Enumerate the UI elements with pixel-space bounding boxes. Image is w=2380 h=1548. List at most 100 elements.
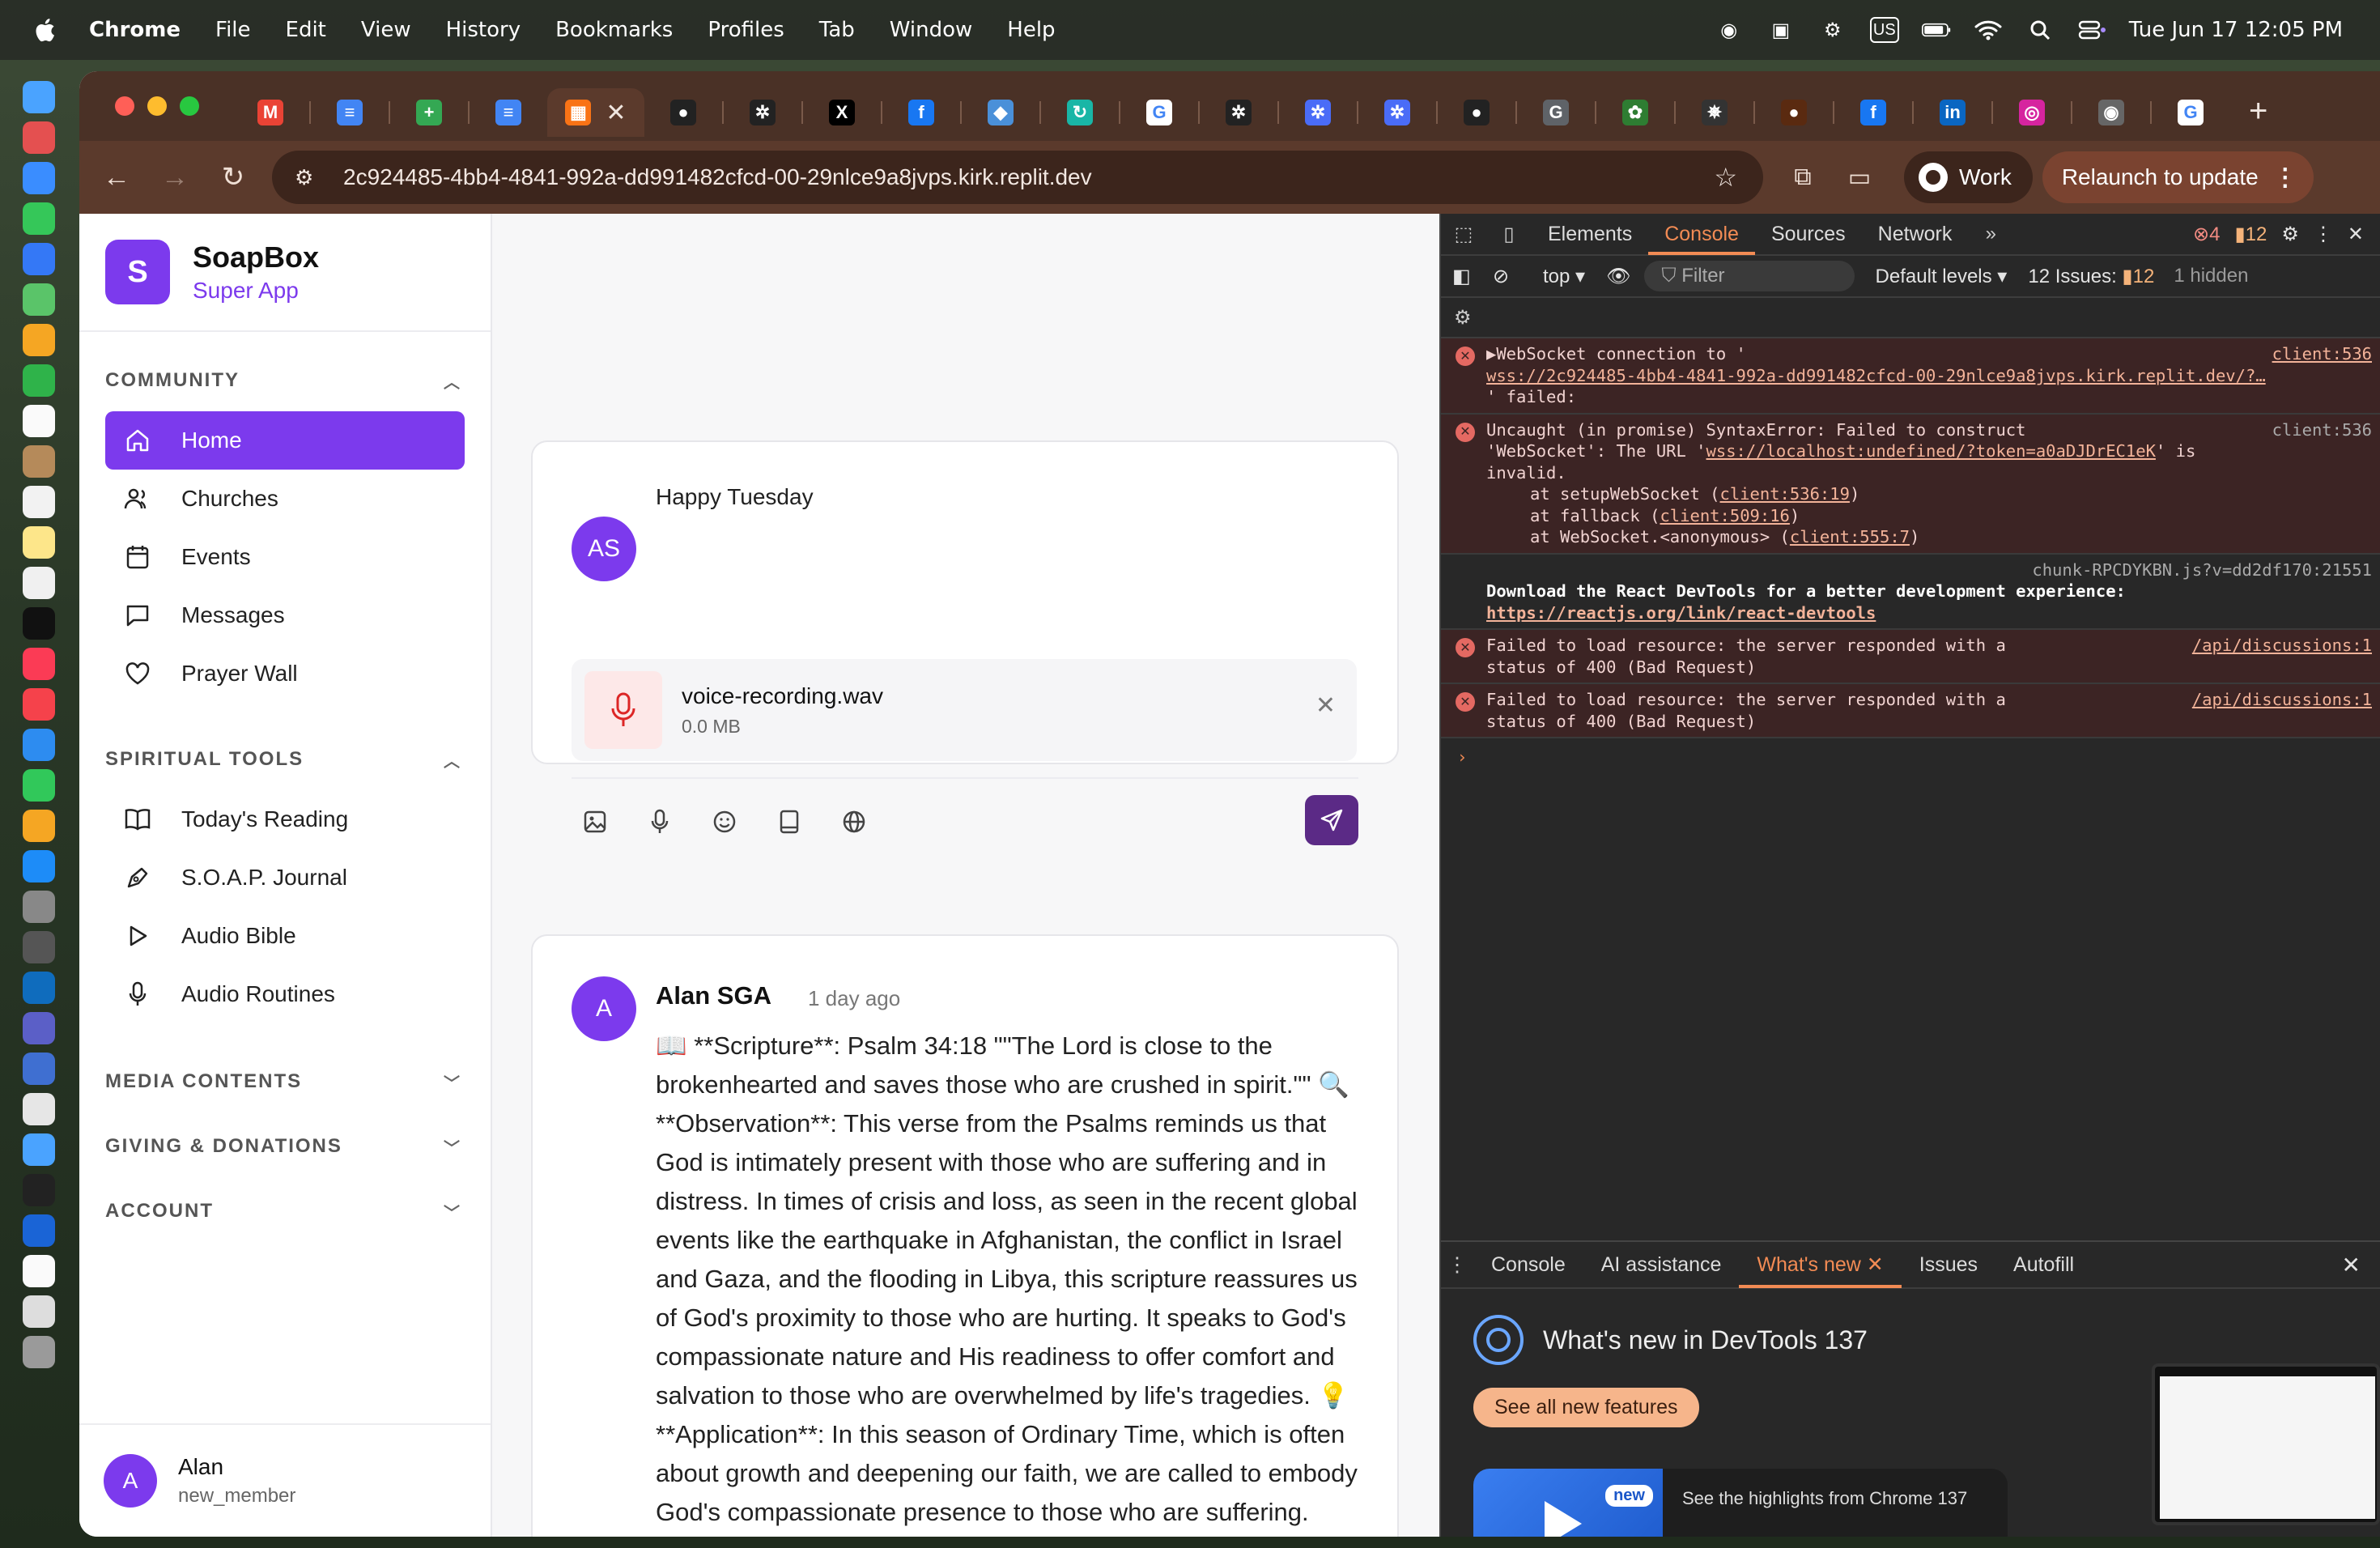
chevron-down-icon[interactable]: ﹀ xyxy=(444,1070,461,1094)
system-settings-icon[interactable] xyxy=(23,891,55,923)
browser-tab[interactable]: ≡ xyxy=(311,88,389,137)
sidebar-item-today-s-reading[interactable]: Today's Reading xyxy=(105,790,465,848)
stack-link[interactable]: client:555:7 xyxy=(1790,527,1910,546)
1password-icon[interactable] xyxy=(23,1214,55,1247)
address-bar[interactable]: ⚙ 2c924485-4bb4-4841-992a-dd991482cfcd-0… xyxy=(272,151,1763,204)
browser-tab[interactable]: X xyxy=(803,88,881,137)
apple-tv-icon[interactable] xyxy=(23,607,55,640)
highlight-video-card[interactable]: new See the highlights from Chrome 137 xyxy=(1473,1469,2008,1537)
stack-link[interactable]: client:509:16 xyxy=(1660,506,1789,525)
drawer-tab-issues[interactable]: Issues xyxy=(1902,1241,1995,1288)
contacts-icon[interactable] xyxy=(23,445,55,478)
console-filter-input[interactable]: ⛉ Filter xyxy=(1643,261,1855,291)
teams-app-icon[interactable] xyxy=(23,1012,55,1044)
document-icon[interactable] xyxy=(23,1255,55,1287)
app-brand[interactable]: S SoapBox Super App xyxy=(79,214,491,332)
drawer-tab-autofill[interactable]: Autofill xyxy=(1995,1241,2092,1288)
finder-icon[interactable] xyxy=(23,81,55,113)
browser-tab[interactable]: ✲ xyxy=(1358,88,1436,137)
console-error-400[interactable]: ✕ /api/discussions:1 Failed to load reso… xyxy=(1441,630,2380,684)
preview-icon[interactable] xyxy=(23,1295,55,1328)
chevron-up-icon[interactable]: ︿ xyxy=(444,748,461,772)
spotlight-search-icon[interactable] xyxy=(2025,17,2055,43)
composer-text-input[interactable]: Happy Tuesday xyxy=(656,484,814,510)
sidebar-item-audio-bible[interactable]: Audio Bible xyxy=(105,907,465,965)
inspect-element-icon[interactable]: ⬚ xyxy=(1441,223,1486,246)
browser-tab[interactable]: G xyxy=(1120,88,1198,137)
notes-icon[interactable] xyxy=(23,526,55,559)
console-error-websocket[interactable]: ✕ client:536 ▶WebSocket connection to ' … xyxy=(1441,338,2380,415)
error-count-badge[interactable]: ⊗4 xyxy=(2193,223,2220,246)
sidebar-toggle-icon[interactable]: ◧ xyxy=(1452,265,1485,288)
browser-tab[interactable]: f xyxy=(882,88,960,137)
issues-counter[interactable]: 12 Issues: ▮12 xyxy=(2028,265,2154,288)
browser-tab[interactable]: ✲ xyxy=(1279,88,1357,137)
extensions-icon[interactable]: ⧉ xyxy=(1774,164,1831,191)
input-source-indicator[interactable]: US xyxy=(1869,17,1899,43)
close-devtools-icon[interactable]: ✕ xyxy=(2348,223,2364,246)
close-window-button[interactable] xyxy=(115,96,134,116)
minimize-window-button[interactable] xyxy=(147,96,167,116)
menubar-clock[interactable]: Tue Jun 17 12:05 PM xyxy=(2129,18,2343,42)
sidebar-item-prayer-wall[interactable]: Prayer Wall xyxy=(105,644,465,703)
console-error-400[interactable]: ✕ /api/discussions:1 Failed to load reso… xyxy=(1441,684,2380,738)
sidebar-item-events[interactable]: Events xyxy=(105,528,465,586)
menu-app-chrome[interactable]: Chrome xyxy=(89,18,181,42)
facetime-icon[interactable] xyxy=(23,364,55,397)
chevron-down-icon[interactable]: ﹀ xyxy=(444,1200,461,1223)
teams-icon[interactable]: ⚙ xyxy=(1818,17,1847,43)
messages-icon[interactable] xyxy=(23,202,55,235)
browser-tab[interactable]: ✲ xyxy=(724,88,801,137)
log-source-link[interactable]: client:536 xyxy=(2272,343,2372,365)
drawer-menu-icon[interactable]: ⋮ xyxy=(1441,1252,1473,1277)
sidebar-item-churches[interactable]: Churches xyxy=(105,470,465,528)
launchpad-icon[interactable] xyxy=(23,121,55,154)
wifi-icon[interactable] xyxy=(1974,17,2003,43)
browser-tab[interactable]: ◆ xyxy=(962,88,1039,137)
iphone-mirroring-icon[interactable] xyxy=(23,931,55,963)
book-icon[interactable] xyxy=(776,808,803,836)
menu-tab[interactable]: Tab xyxy=(819,18,855,42)
news-icon[interactable] xyxy=(23,688,55,721)
terminal-icon[interactable] xyxy=(23,1174,55,1206)
console-prompt-input[interactable]: › xyxy=(1441,738,2380,776)
maps-app-icon[interactable] xyxy=(23,1133,55,1166)
more-tabs-icon[interactable]: » xyxy=(1968,223,2013,245)
browser-tab[interactable]: ↻ xyxy=(1041,88,1119,137)
clear-console-icon[interactable]: ⊘ xyxy=(1493,265,1525,288)
see-all-features-button[interactable]: See all new features xyxy=(1473,1388,1699,1427)
menu-window[interactable]: Window xyxy=(890,18,973,42)
reminders-icon[interactable] xyxy=(23,486,55,518)
battery-icon[interactable] xyxy=(1921,17,1951,43)
profile-button[interactable]: Work xyxy=(1904,151,2033,203)
menu-help[interactable]: Help xyxy=(1007,18,1055,42)
tab-elements[interactable]: Elements xyxy=(1532,213,1648,255)
maps-icon[interactable] xyxy=(23,283,55,316)
sidebar-item-audio-routines[interactable]: Audio Routines xyxy=(105,965,465,1023)
zoom-window-button[interactable] xyxy=(180,96,199,116)
log-source[interactable]: client:536 xyxy=(2272,419,2372,441)
browser-tab[interactable]: ● xyxy=(644,88,722,137)
menu-bookmarks[interactable]: Bookmarks xyxy=(555,18,673,42)
tab-search-icon[interactable]: ▭ xyxy=(1831,164,1888,192)
section-giving-header[interactable]: GIVING & DONATIONS ﹀ xyxy=(79,1130,491,1163)
chevron-up-icon[interactable]: ︿ xyxy=(444,369,461,393)
emoji-icon[interactable] xyxy=(711,808,738,836)
tab-console[interactable]: Console xyxy=(1648,213,1755,255)
browser-tab[interactable]: ✵ xyxy=(1676,88,1753,137)
warning-count-badge[interactable]: ▮12 xyxy=(2234,223,2267,246)
globe-icon[interactable] xyxy=(840,808,868,836)
log-url-link[interactable]: wss://localhost:undefined/?token=a0aDJDr… xyxy=(1706,441,2156,461)
freeform-icon[interactable] xyxy=(23,567,55,599)
url-text[interactable]: 2c924485-4bb4-4841-992a-dd991482cfcd-00-… xyxy=(343,164,1714,190)
browser-tab[interactable]: G xyxy=(1517,88,1595,137)
forward-button[interactable]: → xyxy=(146,162,204,194)
browser-tab[interactable]: G xyxy=(2152,88,2229,137)
chevron-down-icon[interactable]: ﹀ xyxy=(444,1135,461,1159)
console-info-react-devtools[interactable]: chunk-RPCDYKBN.js?v=dd2df170:21551 Downl… xyxy=(1441,555,2380,630)
tab-network[interactable]: Network xyxy=(1862,213,1969,255)
avatar[interactable]: A xyxy=(572,976,636,1041)
current-user[interactable]: A Alan new_member xyxy=(79,1423,491,1537)
more-options-icon[interactable]: ⋮ xyxy=(2314,223,2333,246)
log-source-link[interactable]: /api/discussions:1 xyxy=(2192,689,2372,711)
